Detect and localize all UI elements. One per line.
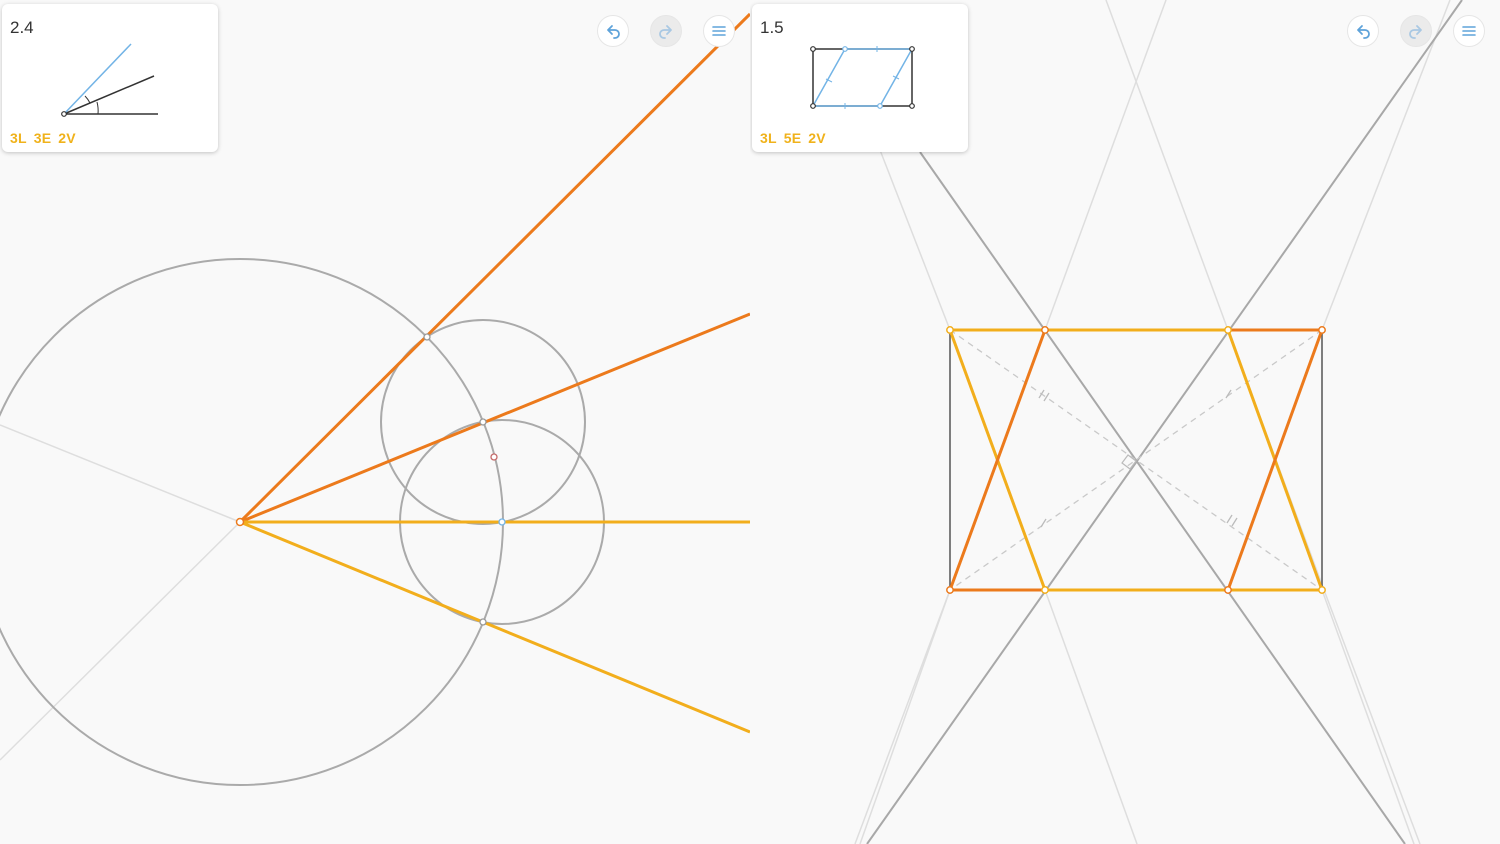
point[interactable] [235,517,245,527]
undo-button[interactable] [1347,15,1379,47]
left-puzzle-panel: 2.4 3L 3E 2V [0,0,750,844]
ray-yellow-lower [239,520,750,734]
undo-button[interactable] [597,15,629,47]
undo-arrow-icon [607,25,620,39]
point[interactable] [490,453,498,461]
point[interactable] [479,418,487,426]
right-puzzle-panel: 1.5 3L 5E 2V [750,0,1500,844]
point[interactable] [479,618,487,626]
hamburger-menu-icon [712,26,726,36]
guide-line [0,521,241,761]
menu-button[interactable] [1453,15,1485,47]
redo-button[interactable] [650,15,682,47]
undo-arrow-icon [1357,25,1370,39]
level-stats: 3L 5E 2V [760,130,833,146]
ray-orange-top [238,12,750,524]
redo-arrow-icon [659,25,672,39]
euclid-count: 3E [33,130,52,146]
level-card[interactable]: 2.4 3L 3E 2V [2,4,218,152]
level-stats: 3L 3E 2V [10,130,83,146]
lines-count: 3L [10,130,27,146]
redo-button[interactable] [1400,15,1432,47]
level-card[interactable]: 1.5 3L 5E 2V [752,4,968,152]
menu-button[interactable] [703,15,735,47]
lines-count: 3L [760,130,777,146]
ray-orange-mid [239,312,750,524]
verified-count: 2V [58,130,76,146]
point[interactable] [423,333,431,341]
redo-arrow-icon [1409,25,1422,39]
euclid-count: 5E [783,130,802,146]
guide-line [0,424,241,523]
hamburger-menu-icon [1462,26,1476,36]
point[interactable] [498,518,506,526]
verified-count: 2V [808,130,826,146]
